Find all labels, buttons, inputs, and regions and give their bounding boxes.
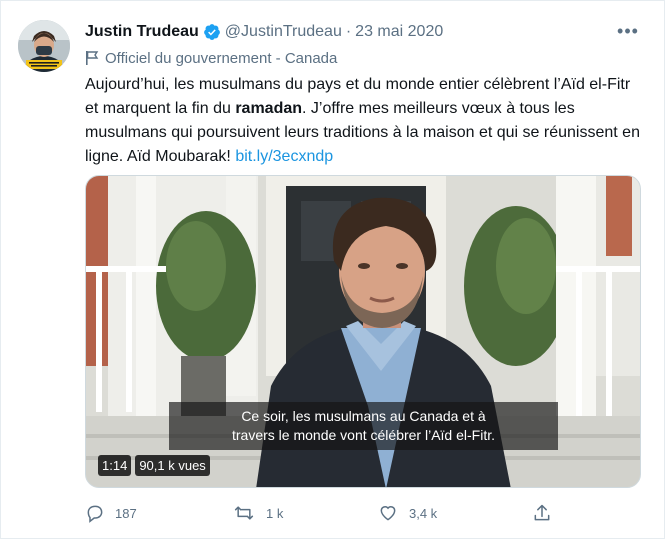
retweet-icon xyxy=(234,506,254,520)
tweet-actions: 187 1 k 3,4 k xyxy=(1,501,665,525)
share-icon xyxy=(534,504,550,521)
author-avatar[interactable] xyxy=(18,20,70,72)
verified-badge-icon xyxy=(203,24,220,40)
heart-icon xyxy=(380,506,396,521)
tweet-card[interactable]: Justin Trudeau @JustinTrudeau · 23 mai 2… xyxy=(0,0,665,539)
header-separator: · xyxy=(345,23,352,40)
tweet-text-bold: ramadan xyxy=(235,100,303,117)
reply-icon xyxy=(87,505,103,523)
government-label: Officiel du gouvernement - Canada xyxy=(85,48,337,68)
video-player[interactable]: Ce soir, les musulmans au Canada et à tr… xyxy=(85,175,641,488)
subtitle-line-1: Ce soir, les musulmans au Canada et à xyxy=(241,408,486,424)
tweet-link[interactable]: bit.ly/3ecxndp xyxy=(235,148,333,165)
government-label-text: Officiel du gouvernement - Canada xyxy=(105,49,338,67)
retweet-button[interactable]: 1 k xyxy=(232,501,283,525)
video-subtitle: Ce soir, les musulmans au Canada et à tr… xyxy=(169,402,558,450)
subtitle-line-2: travers le monde vont célébrer l’Aïd el-… xyxy=(232,427,495,443)
like-button[interactable]: 3,4 k xyxy=(377,501,437,525)
reply-count: 187 xyxy=(115,505,137,521)
tweet-header: Justin Trudeau @JustinTrudeau · 23 mai 2… xyxy=(85,21,443,43)
share-button[interactable] xyxy=(532,501,562,525)
author-handle[interactable]: @JustinTrudeau xyxy=(225,23,342,41)
reply-button[interactable]: 187 xyxy=(85,501,137,525)
video-badges: 1:14 90,1 k vues xyxy=(98,455,210,476)
video-duration-badge: 1:14 xyxy=(98,455,132,476)
avatar-photo-icon xyxy=(18,20,70,72)
video-views-badge: 90,1 k vues xyxy=(135,455,210,476)
more-options-icon[interactable]: ••• xyxy=(616,21,640,41)
retweet-count: 1 k xyxy=(266,505,284,521)
tweet-text: Aujourd’hui, les musulmans du pays et du… xyxy=(85,73,645,169)
author-name[interactable]: Justin Trudeau xyxy=(85,23,199,41)
tweet-date[interactable]: 23 mai 2020 xyxy=(355,23,443,41)
flag-icon xyxy=(86,51,99,65)
like-count: 3,4 k xyxy=(409,505,438,521)
